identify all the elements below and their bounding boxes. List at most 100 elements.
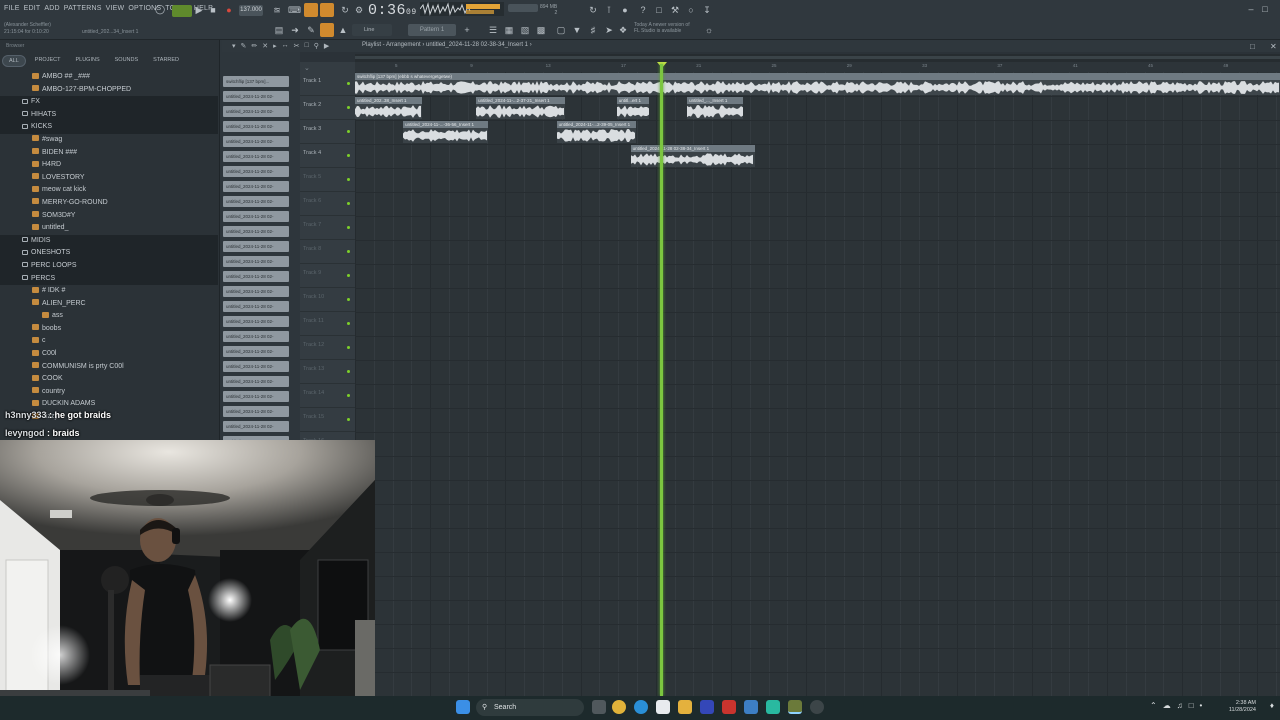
metronome-icon[interactable]: ◯ xyxy=(155,4,165,14)
track-mute-led[interactable] xyxy=(347,298,350,301)
master-volume-slider[interactable] xyxy=(508,4,538,12)
clip-source-item[interactable]: untitled_2024-11-28 02- xyxy=(223,181,289,192)
track-mute-led[interactable] xyxy=(347,154,350,157)
channel-rack-icon[interactable]: ▧ xyxy=(520,25,530,35)
snap-select[interactable]: Line xyxy=(352,24,392,36)
clip-source-item[interactable]: switchflip [137 bpm]... xyxy=(223,76,289,87)
playback-tool-icon[interactable]: ▶ xyxy=(324,42,329,50)
browser-item[interactable]: MIDIS xyxy=(0,234,218,248)
track-header-arrow-icon[interactable]: ⌄ xyxy=(304,64,310,72)
track-mute-led[interactable] xyxy=(347,274,350,277)
browser-item[interactable]: COOK xyxy=(0,373,218,386)
slip-tool-icon[interactable]: ↔ xyxy=(282,42,289,50)
browser-item[interactable]: MERRY-GO-ROUND xyxy=(0,197,218,210)
clip-source-item[interactable]: untitled_2024-11-28 02- xyxy=(223,346,289,357)
gift-icon[interactable]: □ xyxy=(654,5,664,15)
browser-tab-all[interactable]: ALL xyxy=(2,55,26,67)
mixer-window-icon[interactable]: ▩ xyxy=(536,25,546,35)
track-header[interactable]: Track 15 xyxy=(300,408,355,432)
audio-clip[interactable]: untitled_2024-11-...2-37-21_Insert 1 xyxy=(476,97,565,119)
zoom-tool-icon[interactable]: ⚲ xyxy=(314,42,319,50)
typing-keyboard-icon[interactable]: ⌨ xyxy=(288,5,301,15)
browser-tab-plugins[interactable]: PLUGINS xyxy=(69,55,105,67)
delete-tool-icon[interactable]: ✕ xyxy=(262,42,268,50)
snap-icon[interactable]: ▲ xyxy=(338,25,348,35)
touch-keyboard-icon[interactable]: ♯ xyxy=(588,25,598,35)
mixer-icon[interactable]: ⊺ xyxy=(604,5,614,15)
track-mute-led[interactable] xyxy=(347,418,350,421)
browser-item[interactable]: ALIEN_PERC xyxy=(0,298,218,311)
playlist-grid[interactable]: switchflip [137 bpm] (ebbb s whateverget… xyxy=(355,72,1280,696)
browser-item[interactable]: AMBO ## _### xyxy=(0,71,218,84)
track-header[interactable]: Track 10 xyxy=(300,288,355,312)
track-mute-led[interactable] xyxy=(347,178,350,181)
record-icon[interactable]: ● xyxy=(224,5,234,15)
browser-item[interactable]: ass xyxy=(0,310,218,323)
play-icon[interactable]: ▶ xyxy=(194,5,204,15)
update-notification[interactable]: Today A newer version of FL Studio is av… xyxy=(634,22,690,34)
microphone-icon[interactable]: ● xyxy=(620,5,630,15)
file-explorer-icon[interactable] xyxy=(678,700,692,714)
clip-source-item[interactable]: untitled_2024-11-28 02- xyxy=(223,391,289,402)
wrench-icon[interactable]: ⚒ xyxy=(670,5,680,15)
download-icon[interactable]: ↧ xyxy=(702,5,712,15)
clip-source-item[interactable]: untitled_2024-11-28 02- xyxy=(223,136,289,147)
playlist-minimize-icon[interactable]: □ xyxy=(1250,42,1255,51)
clip-source-item[interactable]: untitled_2024-11-28 02- xyxy=(223,226,289,237)
browser-item[interactable]: boobs xyxy=(0,323,218,336)
track-mute-led[interactable] xyxy=(347,106,350,109)
browser-item[interactable]: #swag xyxy=(0,134,218,147)
track-header[interactable]: Track 11 xyxy=(300,312,355,336)
clip-source-item[interactable]: untitled_2024-11-28 02- xyxy=(223,361,289,372)
pencil-icon[interactable]: ✎ xyxy=(306,25,316,35)
track-mute-led[interactable] xyxy=(347,250,350,253)
task-view-icon[interactable] xyxy=(592,700,606,714)
browser-item[interactable]: c xyxy=(0,335,218,348)
track-header[interactable]: Track 9 xyxy=(300,264,355,288)
script-icon[interactable]: ➤ xyxy=(604,25,614,35)
audio-clip[interactable]: untitled_2024-11-...-36-56_Insert 1 xyxy=(403,121,489,143)
audio-clip[interactable]: untitled_2024-11-28 02-38-34_Insert 1 xyxy=(630,145,755,167)
clip-source-item[interactable]: untitled_2024-11-28 02- xyxy=(223,286,289,297)
chat-icon[interactable]: ○ xyxy=(686,5,696,15)
track-mute-led[interactable] xyxy=(347,202,350,205)
track-header[interactable]: Track 3 xyxy=(300,120,355,144)
song-time-display[interactable]: 0:3609 xyxy=(368,2,417,19)
track-mute-led[interactable] xyxy=(347,226,350,229)
clip-source-item[interactable]: untitled_2024-11-28 02- xyxy=(223,121,289,132)
pat-song-toggle[interactable] xyxy=(172,5,192,17)
track-header[interactable]: Track 4 xyxy=(300,144,355,168)
minimize-icon[interactable]: – xyxy=(1246,4,1256,14)
add-pattern-icon[interactable]: + xyxy=(462,25,472,35)
browser-item[interactable]: AMBO-127-BPM-CHOPPED xyxy=(0,84,218,97)
browser-item[interactable]: HIHATS xyxy=(0,108,218,122)
restore-icon[interactable]: □ xyxy=(1260,4,1270,14)
browser-item[interactable]: country xyxy=(0,386,218,399)
clip-source-item[interactable]: untitled_2024-11-28 02- xyxy=(223,376,289,387)
audio-clip[interactable]: untitl...ert 1 xyxy=(616,97,650,119)
help-icon[interactable]: ? xyxy=(638,5,648,15)
browser-item[interactable]: FX xyxy=(0,96,218,109)
clip-source-item[interactable]: untitled_2024-11-28 02- xyxy=(223,241,289,252)
stop-icon[interactable]: ■ xyxy=(208,5,218,15)
settings-app-icon[interactable] xyxy=(810,700,824,714)
mute-tool-icon[interactable]: ▸ xyxy=(273,42,277,50)
step-edit-button[interactable] xyxy=(304,3,318,17)
clip-source-item[interactable]: untitled_2024-11-28 02- xyxy=(223,331,289,342)
system-tray-icons[interactable]: ⌃☁♫□• xyxy=(1150,701,1208,710)
menu-add[interactable]: ADD xyxy=(44,5,59,12)
browser-item[interactable]: COMMUNISM is prty C00l xyxy=(0,361,218,374)
tools-icon[interactable]: ❖ xyxy=(618,25,628,35)
store-icon[interactable] xyxy=(656,700,670,714)
pitch-icon[interactable]: ≊ xyxy=(272,5,282,15)
mixer-view-icon[interactable]: ▤ xyxy=(274,25,284,35)
refresh-icon[interactable]: ↻ xyxy=(588,5,598,15)
clip-source-item[interactable]: untitled_2024-11-28 02- xyxy=(223,316,289,327)
plugin-picker-icon[interactable]: ▼ xyxy=(572,25,582,35)
browser-item[interactable]: KICKS xyxy=(0,121,218,134)
obs-like-icon[interactable] xyxy=(766,700,780,714)
clip-source-item[interactable]: untitled_2024-11-28 02- xyxy=(223,211,289,222)
browser-tab-starred[interactable]: STARRED xyxy=(147,55,185,67)
playlist-overview-scroll[interactable] xyxy=(355,54,1280,62)
timeline-ruler[interactable]: 591317212529333741454953 xyxy=(355,62,1280,72)
